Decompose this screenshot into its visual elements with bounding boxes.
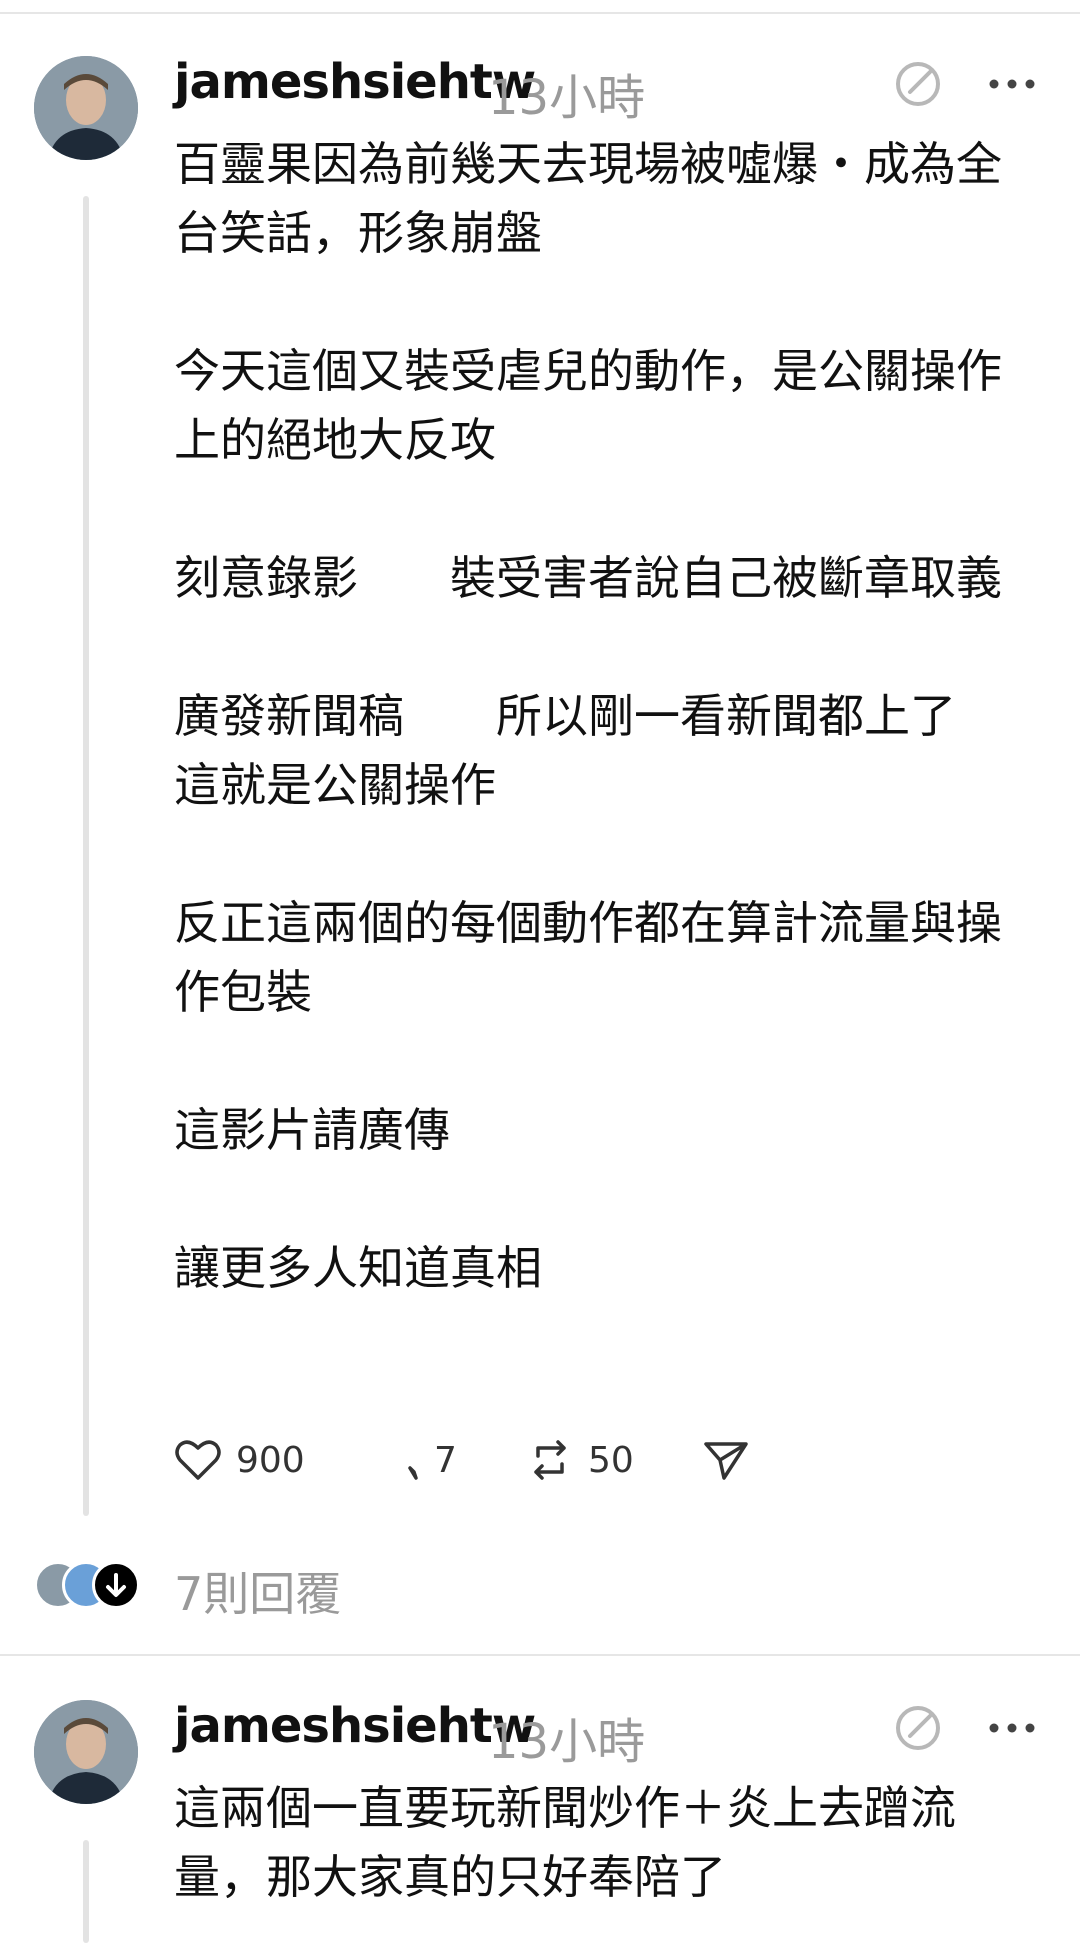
comment-count: 7 — [434, 1439, 457, 1481]
like-button[interactable]: 900 — [172, 1434, 305, 1486]
post-time: 13小時 — [488, 1714, 646, 1770]
post-username[interactable]: jameshsiehtw — [174, 1698, 536, 1754]
post-username[interactable]: jameshsiehtw — [174, 54, 536, 110]
comment-button[interactable]: 7 — [370, 1434, 457, 1486]
avatar[interactable] — [34, 1700, 138, 1804]
heart-icon — [175, 1440, 221, 1480]
send-icon — [704, 1442, 748, 1480]
like-count: 900 — [236, 1439, 305, 1481]
comment-icon — [408, 1466, 418, 1480]
expand-replies-icon[interactable] — [92, 1561, 140, 1609]
repost-button[interactable]: 50 — [524, 1434, 634, 1486]
top-divider — [0, 12, 1080, 14]
avatar[interactable] — [34, 56, 138, 160]
post-divider — [0, 1654, 1080, 1656]
post-body: 百靈果因為前幾天去現場被噓爆・成為全台笑話，形象崩盤 今天這個又裝受虐兒的動作，… — [174, 137, 1002, 1295]
repost-icon — [534, 1440, 566, 1480]
edit-circle-icon[interactable] — [890, 56, 946, 112]
post-body: 這兩個一直要玩新聞炒作＋炎上去蹭流量，那大家真的只好奉陪了 — [174, 1781, 956, 1904]
replies-count[interactable]: 7則回覆 — [174, 1558, 341, 1624]
thread-line — [83, 1840, 89, 1943]
thread-line — [83, 196, 89, 1516]
post-time: 13小時 — [488, 70, 646, 126]
repost-count: 50 — [588, 1439, 634, 1481]
more-dots-icon[interactable] — [984, 1700, 1040, 1756]
more-dots-icon[interactable] — [984, 56, 1040, 112]
avatar-icon — [34, 1700, 138, 1804]
share-button[interactable] — [700, 1434, 764, 1486]
edit-circle-icon[interactable] — [890, 1700, 946, 1756]
avatar-icon — [34, 56, 138, 160]
